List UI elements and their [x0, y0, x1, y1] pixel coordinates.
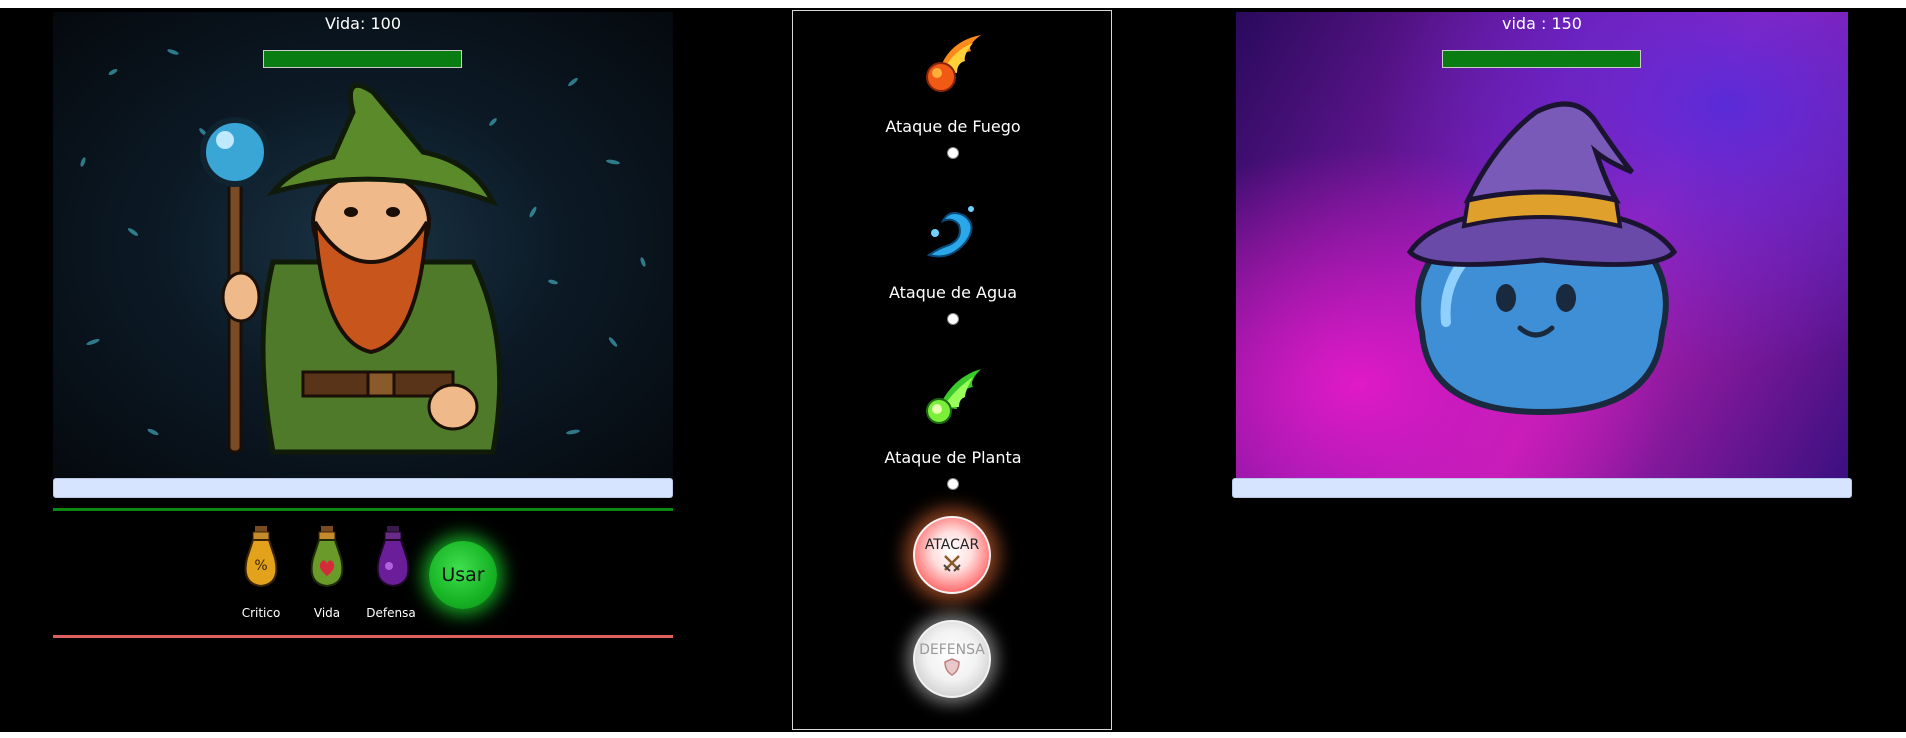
shield-icon	[944, 658, 960, 676]
separator-green	[53, 508, 673, 511]
attack-panel: Ataque de Fuego Ataque de Agua Ataque de…	[792, 10, 1112, 730]
enemy-life-text: vida : 150	[1502, 14, 1582, 33]
blue-slime-wizard-icon	[1406, 101, 1678, 416]
attack-radio-agua[interactable]	[947, 313, 959, 325]
water-icon	[926, 206, 974, 258]
potion-critico[interactable]: %	[241, 524, 281, 594]
potion-label-defensa: Defensa	[366, 606, 416, 620]
potion-defensa[interactable]	[373, 524, 413, 594]
defense-potion-icon	[376, 526, 410, 588]
defense-button-label: DEFENSA	[919, 642, 985, 658]
attack-radio-planta[interactable]	[947, 478, 959, 490]
attack-label-agua: Ataque de Agua	[888, 283, 1018, 302]
separator-red	[53, 635, 673, 638]
enemy-arena	[1236, 12, 1848, 478]
player-panel: Vida: 100 % Critico Vida Defensa Usar	[0, 8, 792, 732]
potion-label-vida: Vida	[313, 606, 341, 620]
potion-vida[interactable]	[307, 524, 347, 594]
svg-text:%: %	[254, 558, 267, 574]
attack-label-planta: Ataque de Planta	[884, 448, 1022, 467]
life-potion-icon	[310, 526, 344, 588]
enemy-message-input[interactable]	[1232, 478, 1852, 498]
player-life-text: Vida: 100	[324, 14, 401, 33]
attack-label-fuego: Ataque de Fuego	[885, 117, 1021, 136]
attack-button-label: ATACAR	[924, 537, 980, 553]
use-potion-button[interactable]: Usar	[429, 541, 497, 609]
game-stage: Vida: 100 % Critico Vida Defensa Usar At…	[0, 8, 1906, 732]
player-life-bar	[263, 50, 462, 68]
attack-radio-fuego[interactable]	[947, 147, 959, 159]
critical-potion-icon: %	[244, 526, 278, 588]
plant-icon	[926, 369, 981, 424]
crossed-swords-icon	[943, 555, 961, 572]
fireball-icon	[926, 35, 981, 92]
attack-button[interactable]: ATACAR	[913, 516, 991, 594]
player-message-input[interactable]	[53, 478, 673, 498]
player-arena	[53, 12, 673, 478]
defense-button[interactable]: DEFENSA	[913, 620, 991, 698]
potion-label-critico: Critico	[241, 606, 281, 620]
enemy-life-bar	[1442, 50, 1641, 68]
green-wizard-icon	[200, 82, 503, 455]
